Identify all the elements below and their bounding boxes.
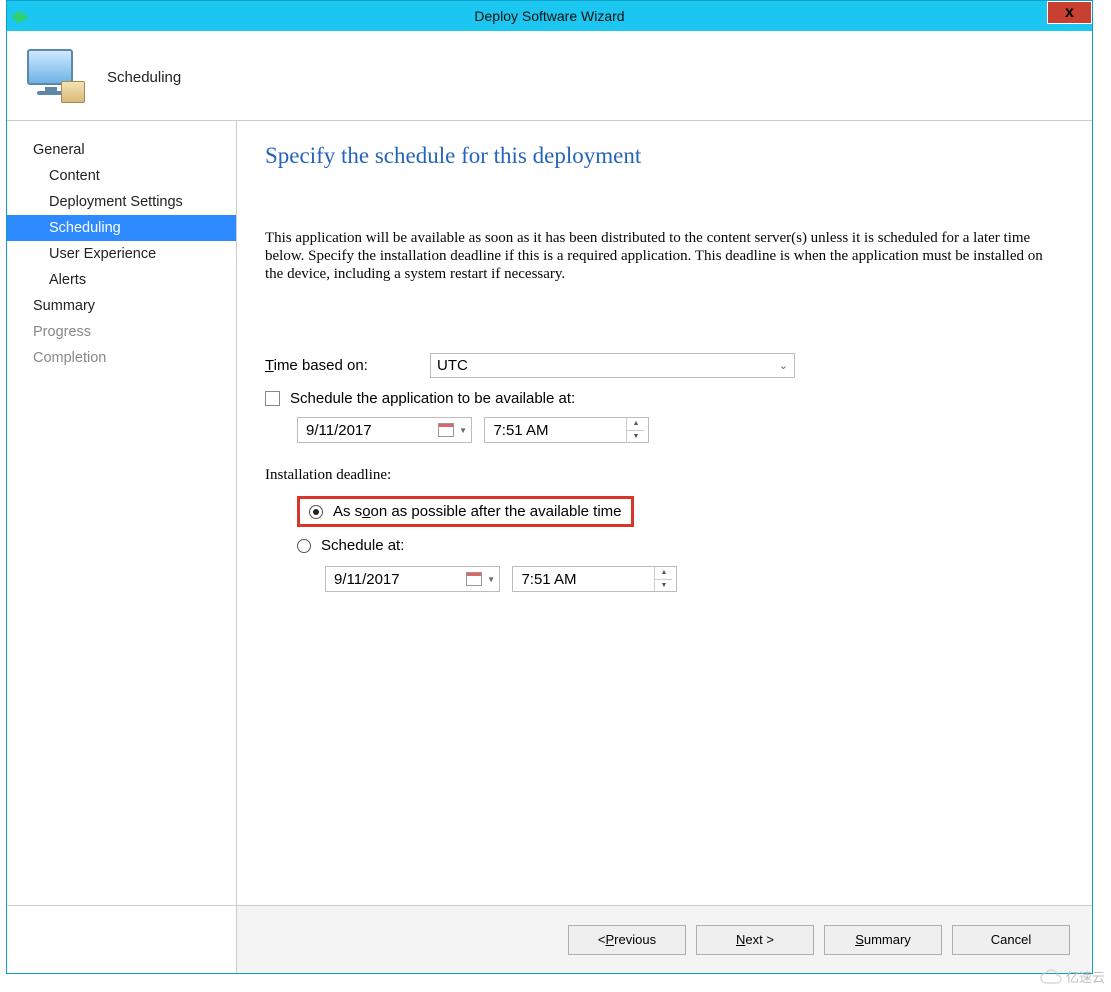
nav-alerts[interactable]: Alerts bbox=[7, 267, 236, 293]
next-button[interactable]: Next > bbox=[696, 925, 814, 955]
nav-summary[interactable]: Summary bbox=[7, 293, 236, 319]
chevron-down-icon: ⌄ bbox=[779, 359, 788, 372]
close-button[interactable]: x bbox=[1047, 1, 1092, 24]
deadline-schedule-at-label: Schedule at: bbox=[321, 537, 404, 554]
deadline-time-field[interactable]: 7:51 AM ▲▼ bbox=[512, 566, 677, 592]
available-date-value: 9/11/2017 bbox=[306, 422, 372, 439]
time-spinner[interactable]: ▲▼ bbox=[654, 567, 672, 591]
schedule-available-label: Schedule the application to be available… bbox=[290, 390, 575, 407]
nav-scheduling[interactable]: Scheduling bbox=[7, 215, 236, 241]
window-title: Deploy Software Wizard bbox=[474, 8, 624, 24]
titlebar: Deploy Software Wizard x bbox=[7, 1, 1092, 31]
page-heading: Specify the schedule for this deployment bbox=[265, 143, 1076, 169]
deadline-date-value: 9/11/2017 bbox=[334, 571, 400, 588]
previous-button[interactable]: < Previous bbox=[568, 925, 686, 955]
nav-general[interactable]: General bbox=[7, 137, 236, 163]
deadline-schedule-at-radio[interactable] bbox=[297, 539, 311, 553]
nav-progress: Progress bbox=[7, 319, 236, 345]
page-description: This application will be available as so… bbox=[265, 229, 1045, 283]
chevron-down-icon: ▼ bbox=[487, 575, 495, 584]
time-based-value: UTC bbox=[437, 357, 468, 374]
time-spinner[interactable]: ▲▼ bbox=[626, 418, 644, 442]
available-time-value: 7:51 AM bbox=[493, 422, 548, 439]
deadline-asap-radio[interactable] bbox=[309, 505, 323, 519]
deadline-asap-label: As soon as possible after the available … bbox=[333, 503, 622, 520]
time-based-label: Time based on: bbox=[265, 357, 430, 374]
wizard-nav: General Content Deployment Settings Sche… bbox=[7, 121, 237, 967]
nav-deployment-settings[interactable]: Deployment Settings bbox=[7, 189, 236, 215]
deadline-label: Installation deadline: bbox=[265, 467, 1076, 484]
wizard-step-title: Scheduling bbox=[107, 69, 181, 86]
wizard-content: Specify the schedule for this deployment… bbox=[237, 121, 1092, 967]
wizard-step-icon bbox=[27, 49, 87, 105]
spinner-down-icon[interactable]: ▼ bbox=[655, 580, 672, 592]
nav-user-experience[interactable]: User Experience bbox=[7, 241, 236, 267]
deadline-date-field[interactable]: 9/11/2017 ▼ bbox=[325, 566, 500, 592]
wizard-footer: < Previous Next > Summary Cancel bbox=[7, 905, 1092, 973]
calendar-icon bbox=[438, 423, 454, 437]
wizard-header: Scheduling bbox=[7, 31, 1092, 121]
spinner-up-icon[interactable]: ▲ bbox=[655, 567, 672, 580]
deadline-time-value: 7:51 AM bbox=[521, 571, 576, 588]
spinner-up-icon[interactable]: ▲ bbox=[627, 418, 644, 431]
nav-content[interactable]: Content bbox=[7, 163, 236, 189]
back-arrow-icon[interactable] bbox=[12, 6, 34, 28]
asap-highlight: As soon as possible after the available … bbox=[297, 496, 634, 527]
available-date-field[interactable]: 9/11/2017 ▼ bbox=[297, 417, 472, 443]
cancel-button[interactable]: Cancel bbox=[952, 925, 1070, 955]
cloud-icon bbox=[1040, 969, 1062, 985]
schedule-available-checkbox[interactable] bbox=[265, 391, 280, 406]
wizard-window: Deploy Software Wizard x Scheduling Gene… bbox=[6, 0, 1093, 974]
calendar-icon bbox=[466, 572, 482, 586]
watermark: 亿速云 bbox=[1040, 967, 1105, 986]
spinner-down-icon[interactable]: ▼ bbox=[627, 431, 644, 443]
time-based-select[interactable]: UTC ⌄ bbox=[430, 353, 795, 378]
available-time-field[interactable]: 7:51 AM ▲▼ bbox=[484, 417, 649, 443]
chevron-down-icon: ▼ bbox=[459, 426, 467, 435]
summary-button[interactable]: Summary bbox=[824, 925, 942, 955]
nav-completion: Completion bbox=[7, 345, 236, 371]
